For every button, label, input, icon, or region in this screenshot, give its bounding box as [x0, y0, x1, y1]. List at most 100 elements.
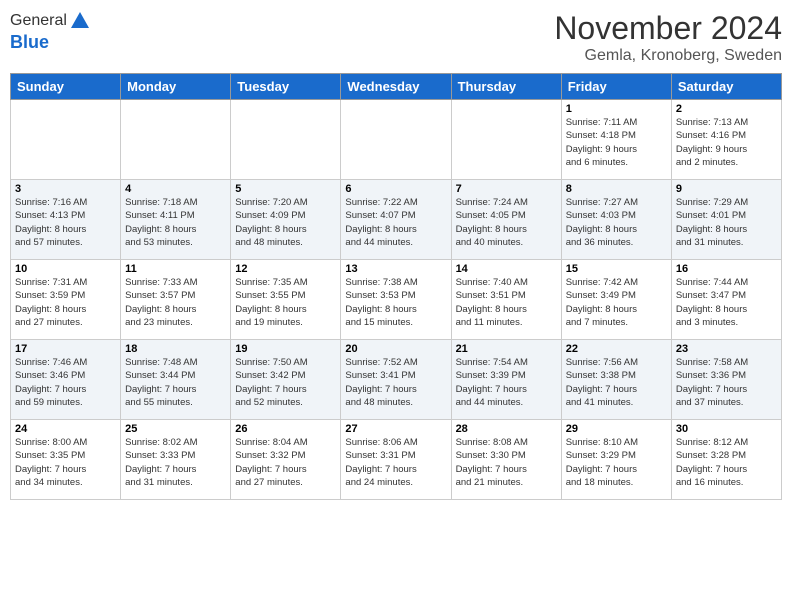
calendar-cell: 7Sunrise: 7:24 AM Sunset: 4:05 PM Daylig… [451, 180, 561, 260]
day-info: Sunrise: 7:20 AM Sunset: 4:09 PM Dayligh… [235, 196, 336, 249]
calendar-cell: 20Sunrise: 7:52 AM Sunset: 3:41 PM Dayli… [341, 340, 451, 420]
location: Gemla, Kronoberg, Sweden [554, 47, 782, 65]
day-info: Sunrise: 7:13 AM Sunset: 4:16 PM Dayligh… [676, 116, 777, 169]
day-number: 16 [676, 263, 777, 275]
day-number: 7 [456, 183, 557, 195]
calendar-cell: 14Sunrise: 7:40 AM Sunset: 3:51 PM Dayli… [451, 260, 561, 340]
day-number: 28 [456, 423, 557, 435]
day-info: Sunrise: 7:48 AM Sunset: 3:44 PM Dayligh… [125, 356, 226, 409]
day-number: 2 [676, 103, 777, 115]
calendar-header-row: Sunday Monday Tuesday Wednesday Thursday… [11, 74, 782, 100]
day-number: 27 [345, 423, 446, 435]
calendar-cell [231, 100, 341, 180]
day-number: 11 [125, 263, 226, 275]
logo-icon [69, 10, 91, 32]
col-thursday: Thursday [451, 74, 561, 100]
calendar-cell: 12Sunrise: 7:35 AM Sunset: 3:55 PM Dayli… [231, 260, 341, 340]
calendar-week-1: 3Sunrise: 7:16 AM Sunset: 4:13 PM Daylig… [11, 180, 782, 260]
day-number: 4 [125, 183, 226, 195]
calendar-cell: 4Sunrise: 7:18 AM Sunset: 4:11 PM Daylig… [121, 180, 231, 260]
day-info: Sunrise: 7:40 AM Sunset: 3:51 PM Dayligh… [456, 276, 557, 329]
day-info: Sunrise: 7:50 AM Sunset: 3:42 PM Dayligh… [235, 356, 336, 409]
day-info: Sunrise: 7:33 AM Sunset: 3:57 PM Dayligh… [125, 276, 226, 329]
logo-blue-text: Blue [10, 32, 91, 53]
calendar-cell: 18Sunrise: 7:48 AM Sunset: 3:44 PM Dayli… [121, 340, 231, 420]
calendar-week-3: 17Sunrise: 7:46 AM Sunset: 3:46 PM Dayli… [11, 340, 782, 420]
day-number: 25 [125, 423, 226, 435]
day-number: 13 [345, 263, 446, 275]
day-info: Sunrise: 8:02 AM Sunset: 3:33 PM Dayligh… [125, 436, 226, 489]
day-info: Sunrise: 8:04 AM Sunset: 3:32 PM Dayligh… [235, 436, 336, 489]
calendar-cell: 23Sunrise: 7:58 AM Sunset: 3:36 PM Dayli… [671, 340, 781, 420]
calendar-cell: 9Sunrise: 7:29 AM Sunset: 4:01 PM Daylig… [671, 180, 781, 260]
calendar-cell: 6Sunrise: 7:22 AM Sunset: 4:07 PM Daylig… [341, 180, 451, 260]
day-number: 5 [235, 183, 336, 195]
calendar-cell [341, 100, 451, 180]
calendar-cell: 24Sunrise: 8:00 AM Sunset: 3:35 PM Dayli… [11, 420, 121, 500]
header: General Blue November 2024 Gemla, Kronob… [10, 10, 782, 65]
day-info: Sunrise: 7:24 AM Sunset: 4:05 PM Dayligh… [456, 196, 557, 249]
day-info: Sunrise: 8:00 AM Sunset: 3:35 PM Dayligh… [15, 436, 116, 489]
calendar-cell: 21Sunrise: 7:54 AM Sunset: 3:39 PM Dayli… [451, 340, 561, 420]
calendar-cell: 3Sunrise: 7:16 AM Sunset: 4:13 PM Daylig… [11, 180, 121, 260]
col-saturday: Saturday [671, 74, 781, 100]
day-info: Sunrise: 7:11 AM Sunset: 4:18 PM Dayligh… [566, 116, 667, 169]
day-info: Sunrise: 7:46 AM Sunset: 3:46 PM Dayligh… [15, 356, 116, 409]
day-number: 22 [566, 343, 667, 355]
calendar-cell: 15Sunrise: 7:42 AM Sunset: 3:49 PM Dayli… [561, 260, 671, 340]
day-number: 6 [345, 183, 446, 195]
day-number: 21 [456, 343, 557, 355]
day-number: 12 [235, 263, 336, 275]
day-info: Sunrise: 7:42 AM Sunset: 3:49 PM Dayligh… [566, 276, 667, 329]
col-monday: Monday [121, 74, 231, 100]
page: General Blue November 2024 Gemla, Kronob… [0, 0, 792, 612]
day-number: 10 [15, 263, 116, 275]
day-info: Sunrise: 7:29 AM Sunset: 4:01 PM Dayligh… [676, 196, 777, 249]
day-number: 15 [566, 263, 667, 275]
day-info: Sunrise: 7:38 AM Sunset: 3:53 PM Dayligh… [345, 276, 446, 329]
calendar-cell: 27Sunrise: 8:06 AM Sunset: 3:31 PM Dayli… [341, 420, 451, 500]
day-info: Sunrise: 7:35 AM Sunset: 3:55 PM Dayligh… [235, 276, 336, 329]
day-number: 18 [125, 343, 226, 355]
day-number: 3 [15, 183, 116, 195]
day-number: 19 [235, 343, 336, 355]
day-number: 29 [566, 423, 667, 435]
day-info: Sunrise: 7:56 AM Sunset: 3:38 PM Dayligh… [566, 356, 667, 409]
col-friday: Friday [561, 74, 671, 100]
day-number: 26 [235, 423, 336, 435]
calendar-table: Sunday Monday Tuesday Wednesday Thursday… [10, 73, 782, 500]
day-number: 9 [676, 183, 777, 195]
day-number: 8 [566, 183, 667, 195]
day-info: Sunrise: 7:16 AM Sunset: 4:13 PM Dayligh… [15, 196, 116, 249]
logo-general-text: General [10, 12, 67, 30]
calendar-cell [121, 100, 231, 180]
day-number: 30 [676, 423, 777, 435]
logo: General Blue [10, 10, 91, 53]
day-number: 20 [345, 343, 446, 355]
calendar-cell: 26Sunrise: 8:04 AM Sunset: 3:32 PM Dayli… [231, 420, 341, 500]
col-sunday: Sunday [11, 74, 121, 100]
day-info: Sunrise: 7:22 AM Sunset: 4:07 PM Dayligh… [345, 196, 446, 249]
calendar-week-0: 1Sunrise: 7:11 AM Sunset: 4:18 PM Daylig… [11, 100, 782, 180]
calendar-cell: 10Sunrise: 7:31 AM Sunset: 3:59 PM Dayli… [11, 260, 121, 340]
calendar-cell: 5Sunrise: 7:20 AM Sunset: 4:09 PM Daylig… [231, 180, 341, 260]
day-info: Sunrise: 7:27 AM Sunset: 4:03 PM Dayligh… [566, 196, 667, 249]
day-number: 24 [15, 423, 116, 435]
day-number: 17 [15, 343, 116, 355]
calendar-cell: 8Sunrise: 7:27 AM Sunset: 4:03 PM Daylig… [561, 180, 671, 260]
day-info: Sunrise: 7:54 AM Sunset: 3:39 PM Dayligh… [456, 356, 557, 409]
calendar-cell: 29Sunrise: 8:10 AM Sunset: 3:29 PM Dayli… [561, 420, 671, 500]
day-info: Sunrise: 8:12 AM Sunset: 3:28 PM Dayligh… [676, 436, 777, 489]
calendar-cell: 28Sunrise: 8:08 AM Sunset: 3:30 PM Dayli… [451, 420, 561, 500]
day-info: Sunrise: 7:31 AM Sunset: 3:59 PM Dayligh… [15, 276, 116, 329]
calendar-cell [11, 100, 121, 180]
day-info: Sunrise: 8:06 AM Sunset: 3:31 PM Dayligh… [345, 436, 446, 489]
month-title: November 2024 [554, 10, 782, 47]
calendar-week-4: 24Sunrise: 8:00 AM Sunset: 3:35 PM Dayli… [11, 420, 782, 500]
calendar-cell: 11Sunrise: 7:33 AM Sunset: 3:57 PM Dayli… [121, 260, 231, 340]
day-info: Sunrise: 8:10 AM Sunset: 3:29 PM Dayligh… [566, 436, 667, 489]
day-number: 14 [456, 263, 557, 275]
calendar-cell: 22Sunrise: 7:56 AM Sunset: 3:38 PM Dayli… [561, 340, 671, 420]
calendar-cell: 2Sunrise: 7:13 AM Sunset: 4:16 PM Daylig… [671, 100, 781, 180]
calendar-cell: 30Sunrise: 8:12 AM Sunset: 3:28 PM Dayli… [671, 420, 781, 500]
